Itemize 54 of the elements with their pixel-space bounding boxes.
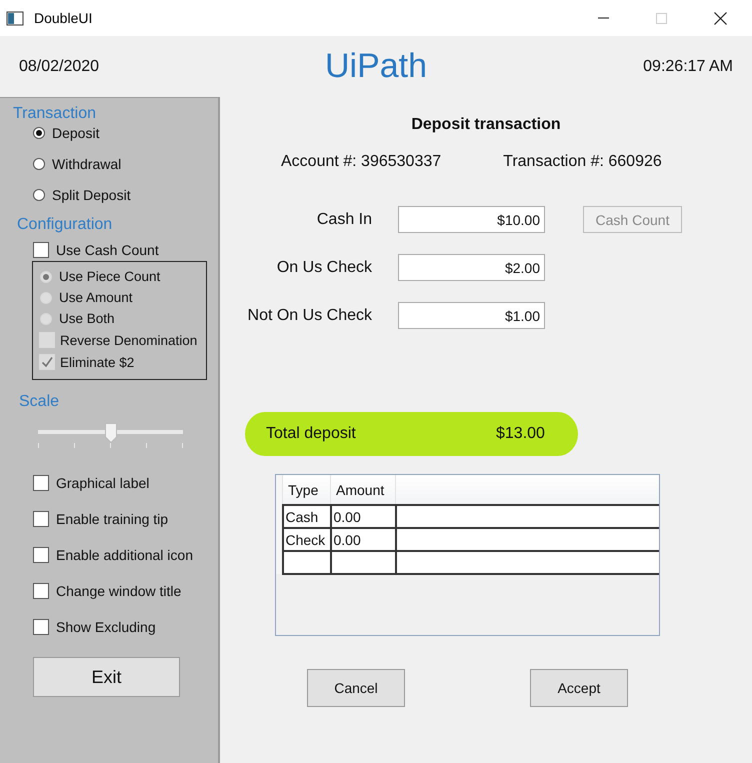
field-label: Not On Us Check (248, 306, 372, 324)
app-icon (6, 10, 24, 26)
slider-thumb[interactable] (104, 423, 116, 443)
time-label: 09:26:17 AM (643, 58, 733, 76)
window-title: DoubleUI (34, 10, 92, 26)
table-cell: Cash (282, 505, 330, 528)
account-number: Account #: 396530337 (281, 152, 442, 172)
column-header[interactable]: Amount (330, 475, 396, 505)
radio-button[interactable] (33, 158, 45, 170)
radio-label: Split Deposit (52, 187, 131, 203)
checkbox[interactable] (33, 583, 49, 599)
table-cell: Check (282, 528, 330, 551)
column-header[interactable]: Type (282, 475, 330, 505)
radio-button[interactable] (33, 189, 45, 201)
radio-button[interactable] (33, 127, 45, 139)
field-label: Cash In (316, 210, 372, 228)
total-label: Total deposit (266, 425, 357, 443)
action-button[interactable]: Cancel (307, 669, 405, 707)
checkbox-label: Eliminate $2 (60, 354, 134, 370)
checkbox-label: Reverse Denomination (60, 332, 198, 348)
checkbox[interactable] (33, 619, 49, 635)
checkbox-label: Graphical label (56, 475, 150, 491)
amount-field[interactable]: $2.00 (398, 254, 545, 281)
form-title: Deposit transaction (411, 115, 561, 135)
radio-label: Use Amount (59, 290, 133, 305)
field-label: On Us Check (276, 258, 372, 276)
checkbox[interactable] (33, 475, 49, 491)
radio-label: Use Piece Count (59, 269, 160, 284)
table-cell: 0.00 (330, 505, 396, 528)
checkbox[interactable] (33, 511, 49, 527)
radio-label: Withdrawal (52, 156, 122, 172)
section-heading: Configuration (17, 216, 114, 234)
transaction-number: Transaction #: 660926 (503, 152, 662, 172)
checkbox-label: Use Cash Count (56, 242, 159, 258)
section-heading: Transaction (13, 105, 97, 123)
table-cell: 0.00 (330, 528, 396, 551)
radio-label: Use Both (59, 311, 115, 326)
checkbox[interactable] (33, 547, 49, 563)
amount-field[interactable]: $10.00 (398, 206, 545, 233)
checkbox-label: Enable training tip (56, 511, 168, 527)
close-icon[interactable] (714, 12, 727, 24)
total-value: $13.00 (496, 425, 545, 443)
checkbox[interactable] (33, 242, 49, 258)
date-label: 08/02/2020 (19, 58, 100, 76)
exit-button[interactable]: Exit (33, 657, 180, 697)
section-heading: Scale (19, 393, 60, 411)
radio-label: Deposit (52, 125, 100, 141)
scale-slider[interactable] (38, 423, 183, 449)
logo-title: UiPath (324, 47, 428, 86)
action-button[interactable]: Accept (530, 669, 628, 707)
checkbox-label: Change window title (56, 583, 182, 599)
checkbox-label: Enable additional icon (56, 547, 193, 563)
checkbox-label: Show Excluding (56, 619, 156, 635)
amount-field[interactable]: $1.00 (398, 302, 545, 329)
